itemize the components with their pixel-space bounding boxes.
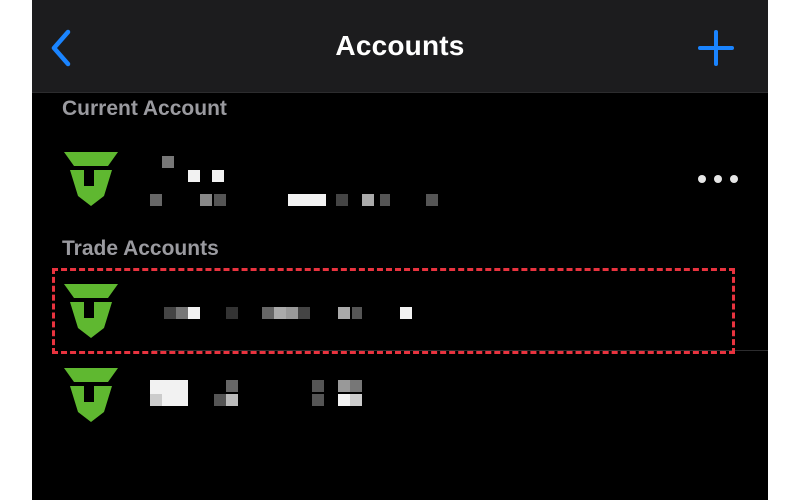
redacted-pixel <box>362 194 374 206</box>
redacted-pixel <box>350 380 362 392</box>
page-title: Accounts <box>335 30 465 61</box>
redacted-pixel <box>162 394 188 406</box>
redacted-pixel <box>214 194 226 206</box>
navigation-bar: Accounts <box>32 0 768 93</box>
redacted-pixel <box>350 394 362 406</box>
redacted-pixel <box>150 394 162 406</box>
redacted-pixel <box>312 380 324 392</box>
shield-t-logo-icon <box>64 284 118 338</box>
redacted-pixel <box>226 380 238 392</box>
accounts-screen: Accounts Current Account Trade Accounts <box>32 0 768 500</box>
redacted-pixel <box>262 307 274 319</box>
redacted-pixel <box>298 307 310 319</box>
redacted-pixel <box>150 194 162 206</box>
add-account-button[interactable] <box>694 28 738 68</box>
redacted-pixel <box>352 307 362 319</box>
plus-icon <box>698 30 734 66</box>
shield-t-logo-icon <box>64 368 118 422</box>
row-divider <box>152 350 768 351</box>
redacted-pixel <box>338 380 350 392</box>
ellipsis-icon[interactable] <box>696 168 740 190</box>
redacted-pixel <box>150 380 188 394</box>
redacted-pixel <box>312 394 324 406</box>
redacted-pixel <box>162 156 174 168</box>
redacted-pixel <box>188 170 200 182</box>
redacted-pixel <box>214 394 226 406</box>
redacted-pixel <box>274 307 286 319</box>
redacted-pixel <box>338 394 350 406</box>
redacted-pixel <box>288 194 326 206</box>
redacted-pixel <box>286 307 298 319</box>
redacted-pixel <box>226 394 238 406</box>
redacted-pixel <box>212 170 224 182</box>
current-account-header: Current Account <box>62 97 227 120</box>
redacted-pixel <box>164 307 176 319</box>
redacted-pixel <box>336 194 348 206</box>
redacted-pixel <box>226 307 238 319</box>
redacted-pixel <box>176 307 188 319</box>
redacted-pixel <box>188 307 200 319</box>
redacted-pixel <box>200 194 212 206</box>
trade-account-row[interactable] <box>32 356 768 434</box>
trade-account-row[interactable] <box>32 272 768 350</box>
redacted-pixel <box>380 194 390 206</box>
redacted-pixel <box>426 194 438 206</box>
current-account-row[interactable] <box>32 140 768 220</box>
redacted-pixel <box>400 307 412 319</box>
shield-t-logo-icon <box>64 152 118 206</box>
redacted-pixel <box>338 307 350 319</box>
trade-accounts-header: Trade Accounts <box>62 237 219 260</box>
